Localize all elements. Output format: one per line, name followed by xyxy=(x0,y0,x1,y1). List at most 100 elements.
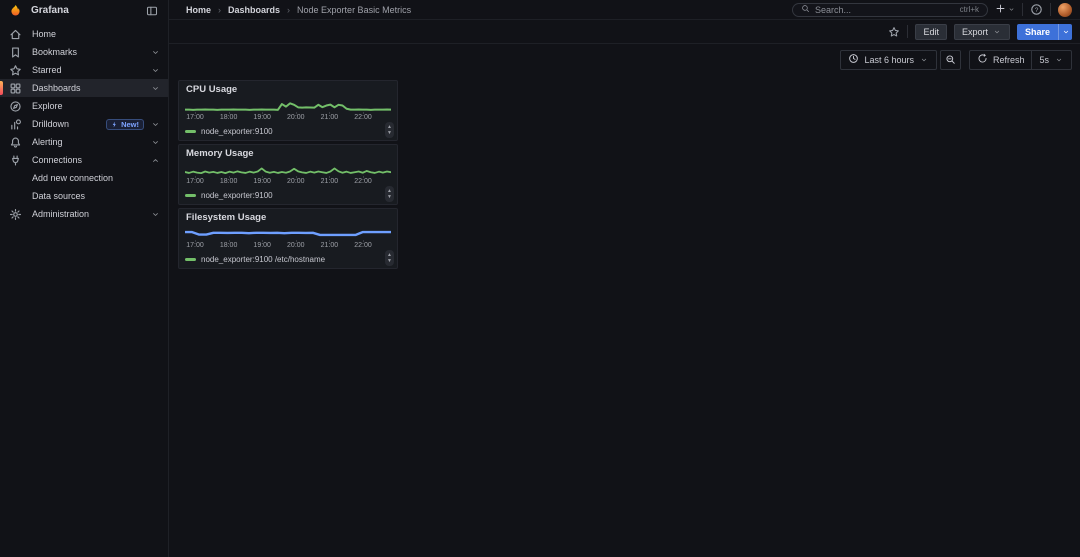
sidebar-nav: HomeBookmarksStarred Dashboards Explore Dri… xyxy=(0,21,168,223)
export-button[interactable]: Export xyxy=(954,24,1010,40)
sidebar-item-label: Administration xyxy=(32,209,150,219)
active-indicator xyxy=(0,81,3,95)
breadcrumb-item-dashboards[interactable]: Dashboards xyxy=(228,5,280,15)
dock-sidebar-button[interactable] xyxy=(146,5,158,17)
x-axis-tick: 17:00 xyxy=(178,178,212,185)
star-icon xyxy=(9,64,22,77)
chevron-down-icon xyxy=(1008,6,1015,13)
x-axis-tick: 20:00 xyxy=(279,242,313,249)
x-axis-tick: 21:00 xyxy=(312,178,346,185)
grafana-logo[interactable] xyxy=(8,4,22,18)
search-shortcut: ctrl+k xyxy=(960,5,979,14)
sidebar-item-home[interactable]: Home xyxy=(0,25,168,43)
star-icon xyxy=(888,26,900,38)
apps-icon xyxy=(9,82,22,95)
sidebar-item-alerting[interactable]: Alerting xyxy=(0,133,168,151)
compass-icon xyxy=(9,100,22,113)
user-avatar[interactable] xyxy=(1058,3,1072,17)
time-range-picker[interactable]: Last 6 hours xyxy=(840,50,937,70)
refresh-interval-picker[interactable]: 5s xyxy=(1031,51,1071,69)
sidebar-item-starred[interactable]: Starred xyxy=(0,61,168,79)
refresh-icon xyxy=(977,53,988,64)
chevron-down-icon xyxy=(151,120,160,129)
favorite-star-button[interactable] xyxy=(888,26,900,38)
breadcrumb-separator: › xyxy=(287,5,290,15)
drilldown-icon xyxy=(9,118,22,131)
plus-icon xyxy=(995,3,1006,14)
refresh-button[interactable]: Refresh xyxy=(970,51,1032,69)
legend-scrollbar[interactable]: ▲ ▼ xyxy=(385,250,394,266)
breadcrumb-separator: › xyxy=(218,5,221,15)
breadcrumb-item-home[interactable]: Home xyxy=(186,5,211,15)
share-menu-button[interactable] xyxy=(1058,24,1072,40)
svg-text:?: ? xyxy=(1035,7,1039,14)
share-button[interactable]: Share xyxy=(1017,24,1058,40)
sidebar-item-drilldown[interactable]: DrilldownNew! xyxy=(0,115,168,133)
search-input[interactable] xyxy=(815,5,955,15)
chevron-down-icon xyxy=(151,48,160,57)
chevron-up-icon xyxy=(151,156,160,165)
divider xyxy=(1022,3,1023,16)
refresh-label: Refresh xyxy=(993,55,1025,65)
sidebar-item-data-sources[interactable]: Data sources xyxy=(0,187,168,205)
legend-label[interactable]: node_exporter:9100 xyxy=(201,191,273,200)
legend-swatch xyxy=(185,258,196,261)
sidebar-item-label: Dashboards xyxy=(32,83,150,93)
panel-cpu-usage[interactable]: CPU Usage 17:0018:0019:0020:0021:0022:00… xyxy=(178,80,398,141)
panel-legend[interactable]: node_exporter:9100 xyxy=(185,127,273,136)
main-area: Home › Dashboards › Node Exporter Basic Metr… xyxy=(169,0,1080,557)
zoom-out-button[interactable] xyxy=(940,50,961,70)
chevron-down-icon xyxy=(151,138,160,147)
panel-legend[interactable]: node_exporter:9100 xyxy=(185,191,273,200)
sidebar-item-connections[interactable]: Connections xyxy=(0,151,168,169)
legend-scrollbar[interactable]: ▲ ▼ xyxy=(385,122,394,138)
chevron-down-icon xyxy=(151,210,160,219)
bookmark-icon xyxy=(9,46,22,59)
x-axis-tick: 19:00 xyxy=(245,114,279,121)
panel-legend[interactable]: node_exporter:9100 /etc/hostname xyxy=(185,255,325,264)
legend-swatch xyxy=(185,194,196,197)
legend-label[interactable]: node_exporter:9100 xyxy=(201,127,273,136)
clock-icon xyxy=(848,53,859,64)
add-button[interactable] xyxy=(995,3,1015,16)
sidebar-item-label: Alerting xyxy=(32,137,150,147)
sidebar-item-dashboards[interactable]: Dashboards xyxy=(0,79,168,97)
refresh-interval-value: 5s xyxy=(1039,55,1049,65)
home-icon xyxy=(9,28,22,41)
panel-filesystem-usage[interactable]: Filesystem Usage 17:0018:0019:0020:0021:… xyxy=(178,208,398,269)
panel-left-icon xyxy=(146,5,158,17)
legend-label[interactable]: node_exporter:9100 /etc/hostname xyxy=(201,255,325,264)
time-controls: Last 6 hours xyxy=(840,50,961,70)
zoom-out-icon xyxy=(945,54,956,65)
sidebar-item-add-new-connection[interactable]: Add new connection xyxy=(0,169,168,187)
bell-icon xyxy=(9,136,22,149)
x-axis-tick: 19:00 xyxy=(245,242,279,249)
sidebar-item-label: Add new connection xyxy=(32,173,160,183)
sidebar-item-bookmarks[interactable]: Bookmarks xyxy=(0,43,168,61)
brand-title: Grafana xyxy=(31,5,137,16)
breadcrumb: Home › Dashboards › Node Exporter Basic Metr… xyxy=(186,5,411,15)
chevron-down-icon xyxy=(1054,56,1064,64)
dashboard-actionbar: Edit Export Share xyxy=(169,20,1080,44)
x-axis-tick: 17:00 xyxy=(178,114,212,121)
legend-scrollbar[interactable]: ▲ ▼ xyxy=(385,186,394,202)
chevron-down-icon xyxy=(151,84,160,93)
search-box[interactable]: ctrl+k xyxy=(792,3,988,17)
x-axis-tick: 22:00 xyxy=(346,242,380,249)
new-badge: New! xyxy=(106,119,144,130)
chevron-down-icon xyxy=(1055,56,1063,64)
sidebar-item-explore[interactable]: Explore xyxy=(0,97,168,115)
chevron-down-icon xyxy=(151,66,160,75)
plug-icon xyxy=(9,154,22,167)
panel-memory-usage[interactable]: Memory Usage 17:0018:0019:0020:0021:0022… xyxy=(178,144,398,205)
time-range-label: Last 6 hours xyxy=(864,55,914,65)
sidebar-item-administration[interactable]: Administration xyxy=(0,205,168,223)
bolt-icon xyxy=(111,121,118,128)
chevron-down-icon xyxy=(1062,28,1070,36)
help-button[interactable]: ? xyxy=(1030,3,1043,16)
grafana-app: Grafana HomeBookmarksStarredDashboardsEx… xyxy=(0,0,1080,557)
edit-button[interactable]: Edit xyxy=(915,24,947,40)
breadcrumb-item-node-exporter-basic-metrics: Node Exporter Basic Metrics xyxy=(297,5,411,15)
sidebar-item-label: Explore xyxy=(32,101,160,111)
scroll-down-icon: ▼ xyxy=(387,194,392,201)
